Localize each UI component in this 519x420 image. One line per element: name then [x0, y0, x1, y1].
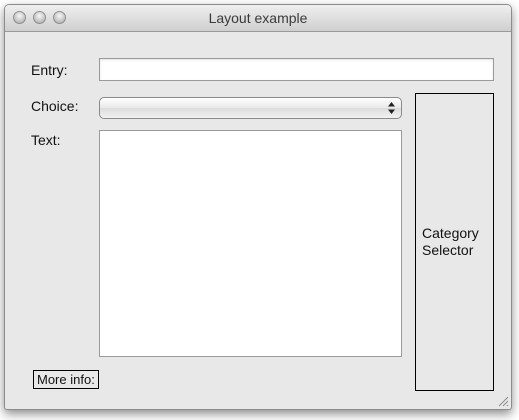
window-title: Layout example — [208, 10, 308, 26]
text-label: Text: — [31, 132, 61, 148]
title-bar[interactable]: Layout example — [5, 5, 511, 32]
text-area[interactable] — [99, 130, 402, 357]
category-selector-line1: Category — [422, 225, 479, 241]
more-info-button[interactable]: More info: — [33, 370, 99, 389]
choice-label: Choice: — [31, 98, 79, 114]
category-selector-label: Category Selector — [422, 225, 492, 259]
category-selector[interactable]: Category Selector — [415, 93, 494, 391]
category-selector-line2: Selector — [422, 242, 474, 258]
choice-popup[interactable] — [99, 97, 402, 119]
app-window: Layout example Entry: Choice: Text: Cate… — [4, 4, 512, 410]
entry-label: Entry: — [31, 62, 68, 78]
resize-grip-icon[interactable] — [497, 395, 509, 407]
up-down-arrows-icon — [388, 102, 395, 114]
entry-field[interactable] — [99, 58, 494, 81]
